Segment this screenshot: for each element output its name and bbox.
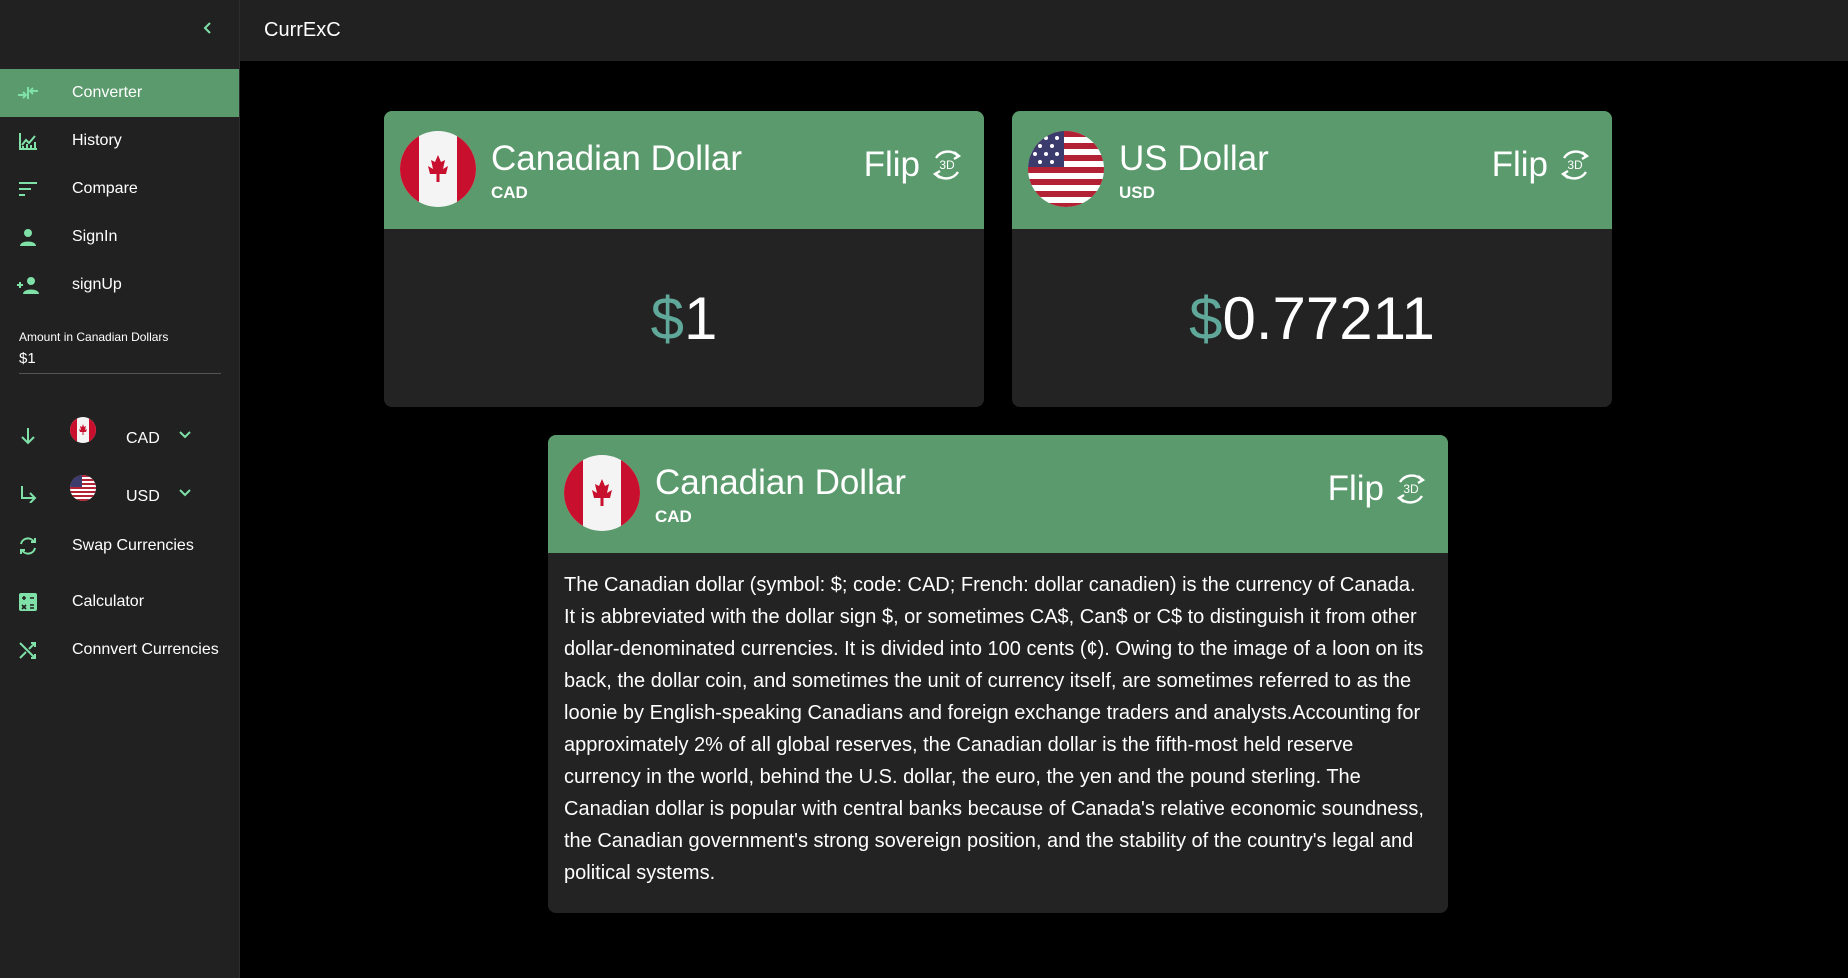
nav-label: History (72, 132, 122, 149)
amount-label: Amount in Canadian Dollars (19, 330, 169, 344)
collapse-sidebar-button[interactable] (196, 14, 220, 42)
card-body: $0.77211 (1012, 229, 1612, 407)
canada-flag-icon (564, 455, 640, 531)
flip-label: Flip (1327, 469, 1384, 508)
person-add-icon (16, 273, 40, 297)
nav-item-history[interactable]: History (0, 117, 239, 165)
arrow-down-icon (16, 424, 40, 448)
chevron-down-icon (178, 430, 192, 440)
to-amount: $0.77211 (1189, 284, 1435, 353)
svg-text:3D: 3D (1567, 158, 1583, 172)
currency-code: CAD (491, 183, 528, 202)
amount-input[interactable]: Amount in Canadian Dollars $1 (19, 330, 221, 374)
compare-arrows-icon (16, 81, 40, 105)
card-body: $1 (384, 229, 984, 407)
svg-text:3D: 3D (1403, 482, 1419, 496)
to-currency-code: USD (126, 488, 160, 505)
person-icon (16, 225, 40, 249)
amount-value: 1 (684, 284, 718, 352)
to-currency-card: US Dollar USD Flip 3D $0.77211 (1012, 111, 1612, 407)
currency-name: Canadian Dollar (491, 139, 742, 178)
from-currency-select[interactable]: CAD (0, 412, 239, 460)
rotate-3d-icon: 3D (1396, 474, 1426, 504)
currency-code: USD (1119, 183, 1155, 202)
rotate-3d-icon: 3D (1560, 150, 1590, 180)
nav-label: signUp (72, 276, 122, 293)
nav-label: Converter (72, 84, 143, 101)
from-currency-code: CAD (126, 430, 160, 447)
chart-icon (16, 129, 40, 153)
flip-button[interactable]: Flip 3D (1492, 145, 1594, 185)
card-header: Canadian Dollar CAD Flip 3D (384, 111, 984, 229)
flip-button[interactable]: Flip 3D (1328, 469, 1430, 509)
us-flag-icon (1028, 131, 1104, 207)
from-currency-card: Canadian Dollar CAD Flip 3D $1 (384, 111, 984, 407)
currency-name: US Dollar (1119, 139, 1269, 178)
shuffle-icon (16, 638, 40, 662)
canada-flag-icon (400, 131, 476, 207)
currency-info-card: Canadian Dollar CAD Flip 3D The Canadian… (548, 435, 1448, 913)
sort-lines-icon (16, 177, 40, 201)
card-header: Canadian Dollar CAD Flip 3D (548, 435, 1448, 553)
nav-item-signin[interactable]: SignIn (0, 213, 239, 261)
nav-item-signup[interactable]: signUp (0, 261, 239, 309)
flip-button[interactable]: Flip 3D (864, 145, 966, 185)
top-app-bar: CurrExC (240, 0, 1848, 61)
calculator-icon (16, 590, 40, 614)
card-header: US Dollar USD Flip 3D (1012, 111, 1612, 229)
calculator-label: Calculator (72, 593, 145, 610)
from-amount: $1 (651, 284, 718, 353)
currency-code: CAD (655, 507, 692, 526)
flip-label: Flip (863, 145, 920, 184)
amount-value: 0.77211 (1222, 284, 1435, 352)
currency-name: Canadian Dollar (655, 463, 906, 502)
convert-currencies-button[interactable]: Connvert Currencies (0, 626, 239, 674)
convert-currencies-label: Connvert Currencies (72, 641, 219, 658)
canada-flag-icon (70, 417, 96, 443)
nav-item-compare[interactable]: Compare (0, 165, 239, 213)
nav-item-converter[interactable]: Converter (0, 69, 239, 117)
swap-icon (16, 534, 40, 558)
chevron-left-icon (203, 22, 211, 34)
rotate-3d-icon: 3D (932, 150, 962, 180)
to-currency-select[interactable]: USD (0, 470, 239, 518)
currency-description: The Canadian dollar (symbol: $; code: CA… (564, 574, 1424, 884)
swap-currencies-label: Swap Currencies (72, 537, 194, 554)
arrow-turn-right-icon (16, 482, 40, 506)
calculator-button[interactable]: Calculator (0, 578, 239, 626)
nav-list: Converter History Compare SignIn signUp (0, 69, 239, 309)
nav-label: SignIn (72, 228, 118, 245)
amount-value[interactable]: $1 (19, 350, 221, 367)
chevron-down-icon (178, 488, 192, 498)
svg-text:3D: 3D (939, 158, 955, 172)
nav-label: Compare (72, 180, 138, 197)
swap-currencies-button[interactable]: Swap Currencies (0, 522, 239, 570)
currency-symbol: $ (650, 284, 684, 352)
flip-label: Flip (1491, 145, 1548, 184)
sidebar: Converter History Compare SignIn signUp (0, 0, 240, 978)
currency-symbol: $ (1189, 284, 1223, 352)
us-flag-icon (70, 475, 96, 501)
app-title: CurrExC (264, 19, 341, 41)
